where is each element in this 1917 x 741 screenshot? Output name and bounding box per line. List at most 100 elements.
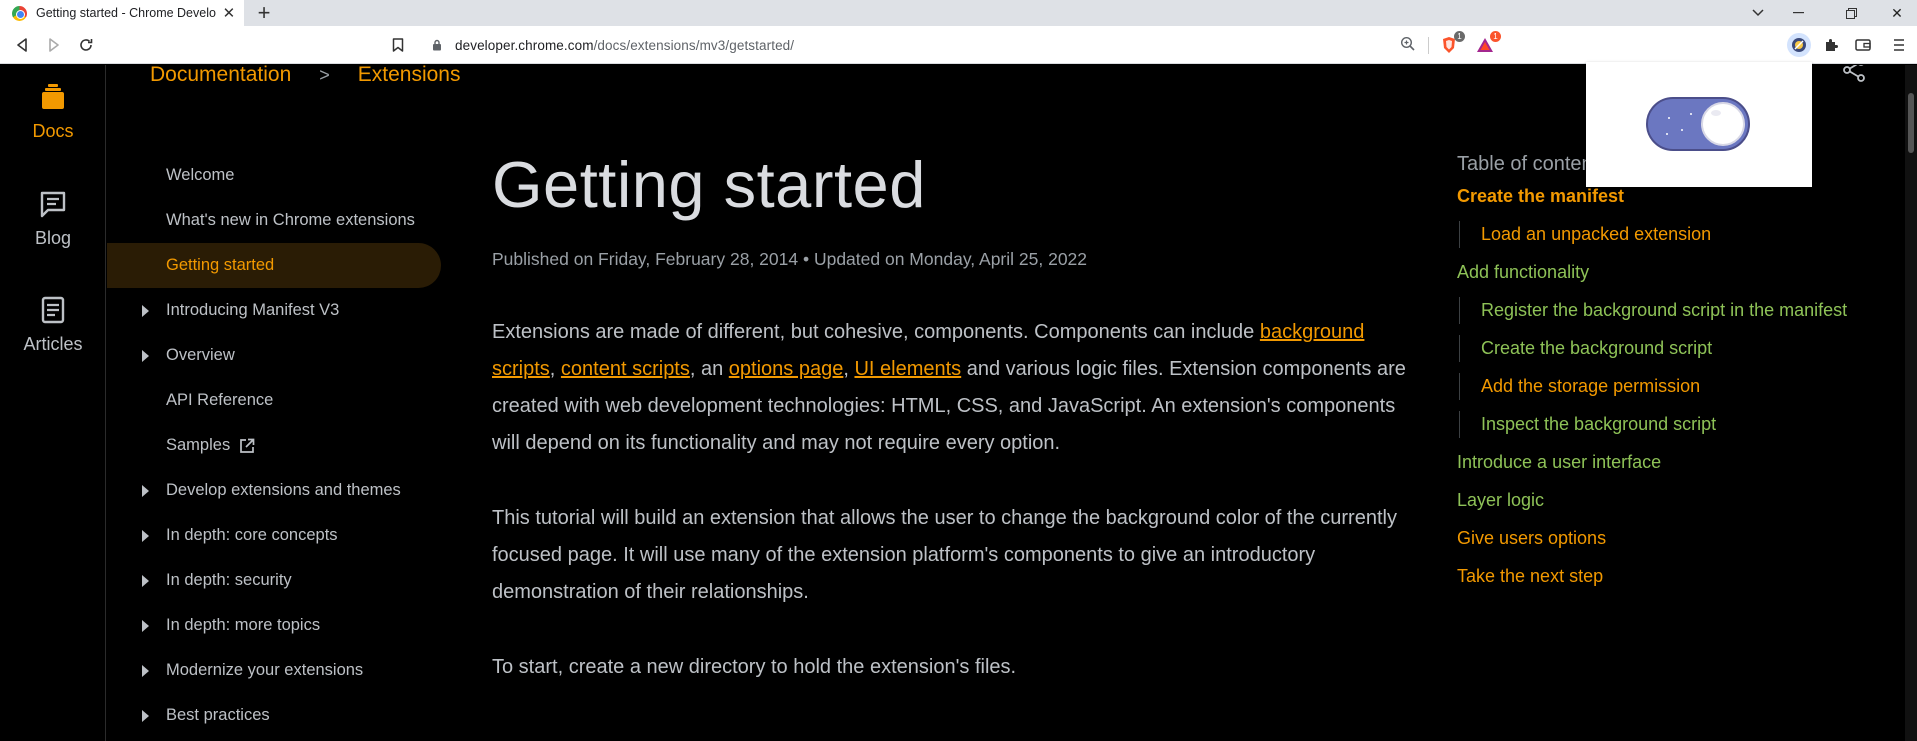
caret-right-icon[interactable] bbox=[142, 620, 149, 632]
tutorial-paragraph: This tutorial will build an extension th… bbox=[492, 507, 1397, 603]
sidenav-item-develop-extensions[interactable]: Develop extensions and themes bbox=[107, 468, 441, 513]
caret-right-icon[interactable] bbox=[142, 350, 149, 362]
toc-item-inspect-background[interactable]: Inspect the background script bbox=[1459, 411, 1857, 438]
toc-item-layer-logic[interactable]: Layer logic bbox=[1457, 487, 1857, 514]
sidenav-item-getting-started[interactable]: Getting started bbox=[107, 243, 441, 288]
address-bar[interactable]: developer.chrome.com/docs/extensions/mv3… bbox=[425, 32, 1420, 58]
sidenav-item-more-topics[interactable]: In depth: more topics bbox=[107, 603, 441, 648]
dark-mode-toggle[interactable] bbox=[1646, 97, 1750, 151]
toc-item-storage-permission[interactable]: Add the storage permission bbox=[1459, 373, 1857, 400]
extensions-puzzle-icon[interactable] bbox=[1820, 34, 1842, 56]
publish-meta: Published on Friday, February 28, 2014 •… bbox=[492, 249, 1088, 269]
rail-item-blog[interactable]: Blog bbox=[0, 189, 106, 249]
docs-icon bbox=[42, 84, 64, 109]
wallet-icon[interactable] bbox=[1852, 34, 1874, 56]
sidenav-label: Develop extensions and themes bbox=[166, 481, 401, 499]
toc-item-next-step[interactable]: Take the next step bbox=[1457, 563, 1857, 590]
sidenav-item-core-concepts[interactable]: In depth: core concepts bbox=[107, 513, 441, 558]
blog-icon bbox=[40, 191, 66, 218]
sidenav-item-best-practices[interactable]: Best practices bbox=[107, 693, 441, 738]
link-ui-elements[interactable]: UI elements bbox=[854, 358, 961, 380]
bookmark-icon[interactable] bbox=[386, 33, 410, 57]
rail-item-articles[interactable]: Articles bbox=[0, 295, 106, 355]
chevron-right-icon: > bbox=[319, 65, 330, 85]
star-dot bbox=[1668, 117, 1670, 119]
forward-button[interactable] bbox=[42, 33, 66, 57]
sidenav-item-security[interactable]: In depth: security bbox=[107, 558, 441, 603]
toc-item-create-background[interactable]: Create the background script bbox=[1459, 335, 1857, 362]
sidenav-label: In depth: security bbox=[166, 571, 292, 589]
sidenav-item-welcome[interactable]: Welcome bbox=[107, 153, 441, 198]
toggle-knob[interactable] bbox=[1701, 102, 1745, 146]
sidenav-item-samples[interactable]: Samples bbox=[107, 423, 441, 468]
sidenav-item-introducing-mv3[interactable]: Introducing Manifest V3 bbox=[107, 288, 441, 333]
toc-item-register-background[interactable]: Register the background script in the ma… bbox=[1459, 297, 1857, 324]
tab-search-icon[interactable] bbox=[1738, 0, 1778, 26]
page-title: Getting started bbox=[492, 148, 926, 221]
sidenav-label: Overview bbox=[166, 346, 235, 364]
scrollbar-thumb[interactable] bbox=[1908, 93, 1914, 153]
toc-item-load-unpacked[interactable]: Load an unpacked extension bbox=[1459, 221, 1857, 248]
tab-active[interactable]: Getting started - Chrome Developers ✕ bbox=[0, 0, 244, 26]
sidenav-label: Samples bbox=[166, 436, 231, 454]
sidenav-label: Welcome bbox=[166, 166, 235, 184]
browser-toolbar: developer.chrome.com/docs/extensions/mv3… bbox=[0, 26, 1917, 64]
link-content-scripts[interactable]: content scripts bbox=[561, 358, 690, 380]
rewards-count-badge: 1 bbox=[1490, 31, 1501, 42]
caret-right-icon[interactable] bbox=[142, 530, 149, 542]
link-options-page[interactable]: options page bbox=[729, 358, 844, 380]
rail-item-docs[interactable]: Docs bbox=[0, 82, 106, 142]
restore-button[interactable] bbox=[1831, 0, 1871, 26]
intro-paragraph: Extensions are made of different, but co… bbox=[492, 314, 1422, 462]
sidenav-item-api-reference[interactable]: API Reference bbox=[107, 378, 441, 423]
rail-label-articles: Articles bbox=[23, 334, 83, 354]
caret-right-icon[interactable] bbox=[142, 575, 149, 587]
reload-button[interactable] bbox=[74, 33, 98, 57]
zoom-icon[interactable] bbox=[1400, 36, 1416, 57]
site-rail: Docs Blog Articles bbox=[0, 65, 106, 741]
extension-popup bbox=[1586, 62, 1812, 187]
dark-mode-extension-icon[interactable] bbox=[1787, 33, 1811, 57]
start-paragraph: To start, create a new directory to hold… bbox=[492, 656, 1017, 678]
sidenav-item-overview[interactable]: Overview bbox=[107, 333, 441, 378]
text-run: , bbox=[549, 358, 561, 380]
new-tab-button[interactable]: + bbox=[252, 1, 276, 25]
toolbar-divider bbox=[1428, 37, 1429, 54]
chrome-favicon-icon bbox=[12, 5, 27, 21]
toc-item-add-functionality[interactable]: Add functionality bbox=[1457, 259, 1857, 286]
sidenav-item-whats-new[interactable]: What's new in Chrome extensions bbox=[107, 198, 441, 243]
back-button[interactable] bbox=[10, 33, 34, 57]
text-run: Extensions are made of different, but co… bbox=[492, 321, 1260, 343]
shields-count-badge: 1 bbox=[1454, 31, 1465, 42]
share-icon[interactable] bbox=[1841, 65, 1867, 88]
close-window-button[interactable]: ✕ bbox=[1877, 0, 1917, 26]
articles-icon bbox=[41, 296, 65, 324]
sidenav-label: What's new in Chrome extensions bbox=[166, 211, 415, 229]
menu-icon[interactable] bbox=[1888, 34, 1910, 56]
sidenav-label: In depth: more topics bbox=[166, 616, 321, 634]
article: Getting started Published on Friday, Feb… bbox=[492, 145, 1422, 686]
caret-right-icon[interactable] bbox=[142, 665, 149, 677]
breadcrumb-extensions[interactable]: Extensions bbox=[358, 65, 461, 87]
docs-sidenav: Welcome What's new in Chrome extensions … bbox=[107, 153, 441, 738]
caret-right-icon[interactable] bbox=[142, 305, 149, 317]
minimize-button[interactable] bbox=[1778, 0, 1818, 26]
caret-right-icon[interactable] bbox=[142, 710, 149, 722]
breadcrumb-documentation[interactable]: Documentation bbox=[150, 65, 291, 87]
lock-icon[interactable] bbox=[429, 37, 445, 53]
brave-rewards-icon[interactable]: 1 bbox=[1474, 31, 1501, 56]
sidenav-label: Modernize your extensions bbox=[166, 661, 364, 679]
close-tab-icon[interactable]: ✕ bbox=[222, 4, 236, 22]
external-link-icon bbox=[240, 438, 255, 453]
brave-shields-icon[interactable]: 1 bbox=[1438, 31, 1465, 56]
toc-item-create-manifest[interactable]: Create the manifest bbox=[1457, 183, 1857, 210]
table-of-contents: Table of contents Create the manifest Lo… bbox=[1457, 153, 1857, 601]
sidenav-label: In depth: core concepts bbox=[166, 526, 338, 544]
toc-item-user-options[interactable]: Give users options bbox=[1457, 525, 1857, 552]
caret-right-icon[interactable] bbox=[142, 485, 149, 497]
sidenav-label: Introducing Manifest V3 bbox=[166, 301, 340, 319]
sidenav-item-modernize[interactable]: Modernize your extensions bbox=[107, 648, 441, 693]
tab-title: Getting started - Chrome Developers bbox=[36, 6, 216, 20]
toc-item-user-interface[interactable]: Introduce a user interface bbox=[1457, 449, 1857, 476]
page-scrollbar[interactable] bbox=[1905, 65, 1917, 741]
